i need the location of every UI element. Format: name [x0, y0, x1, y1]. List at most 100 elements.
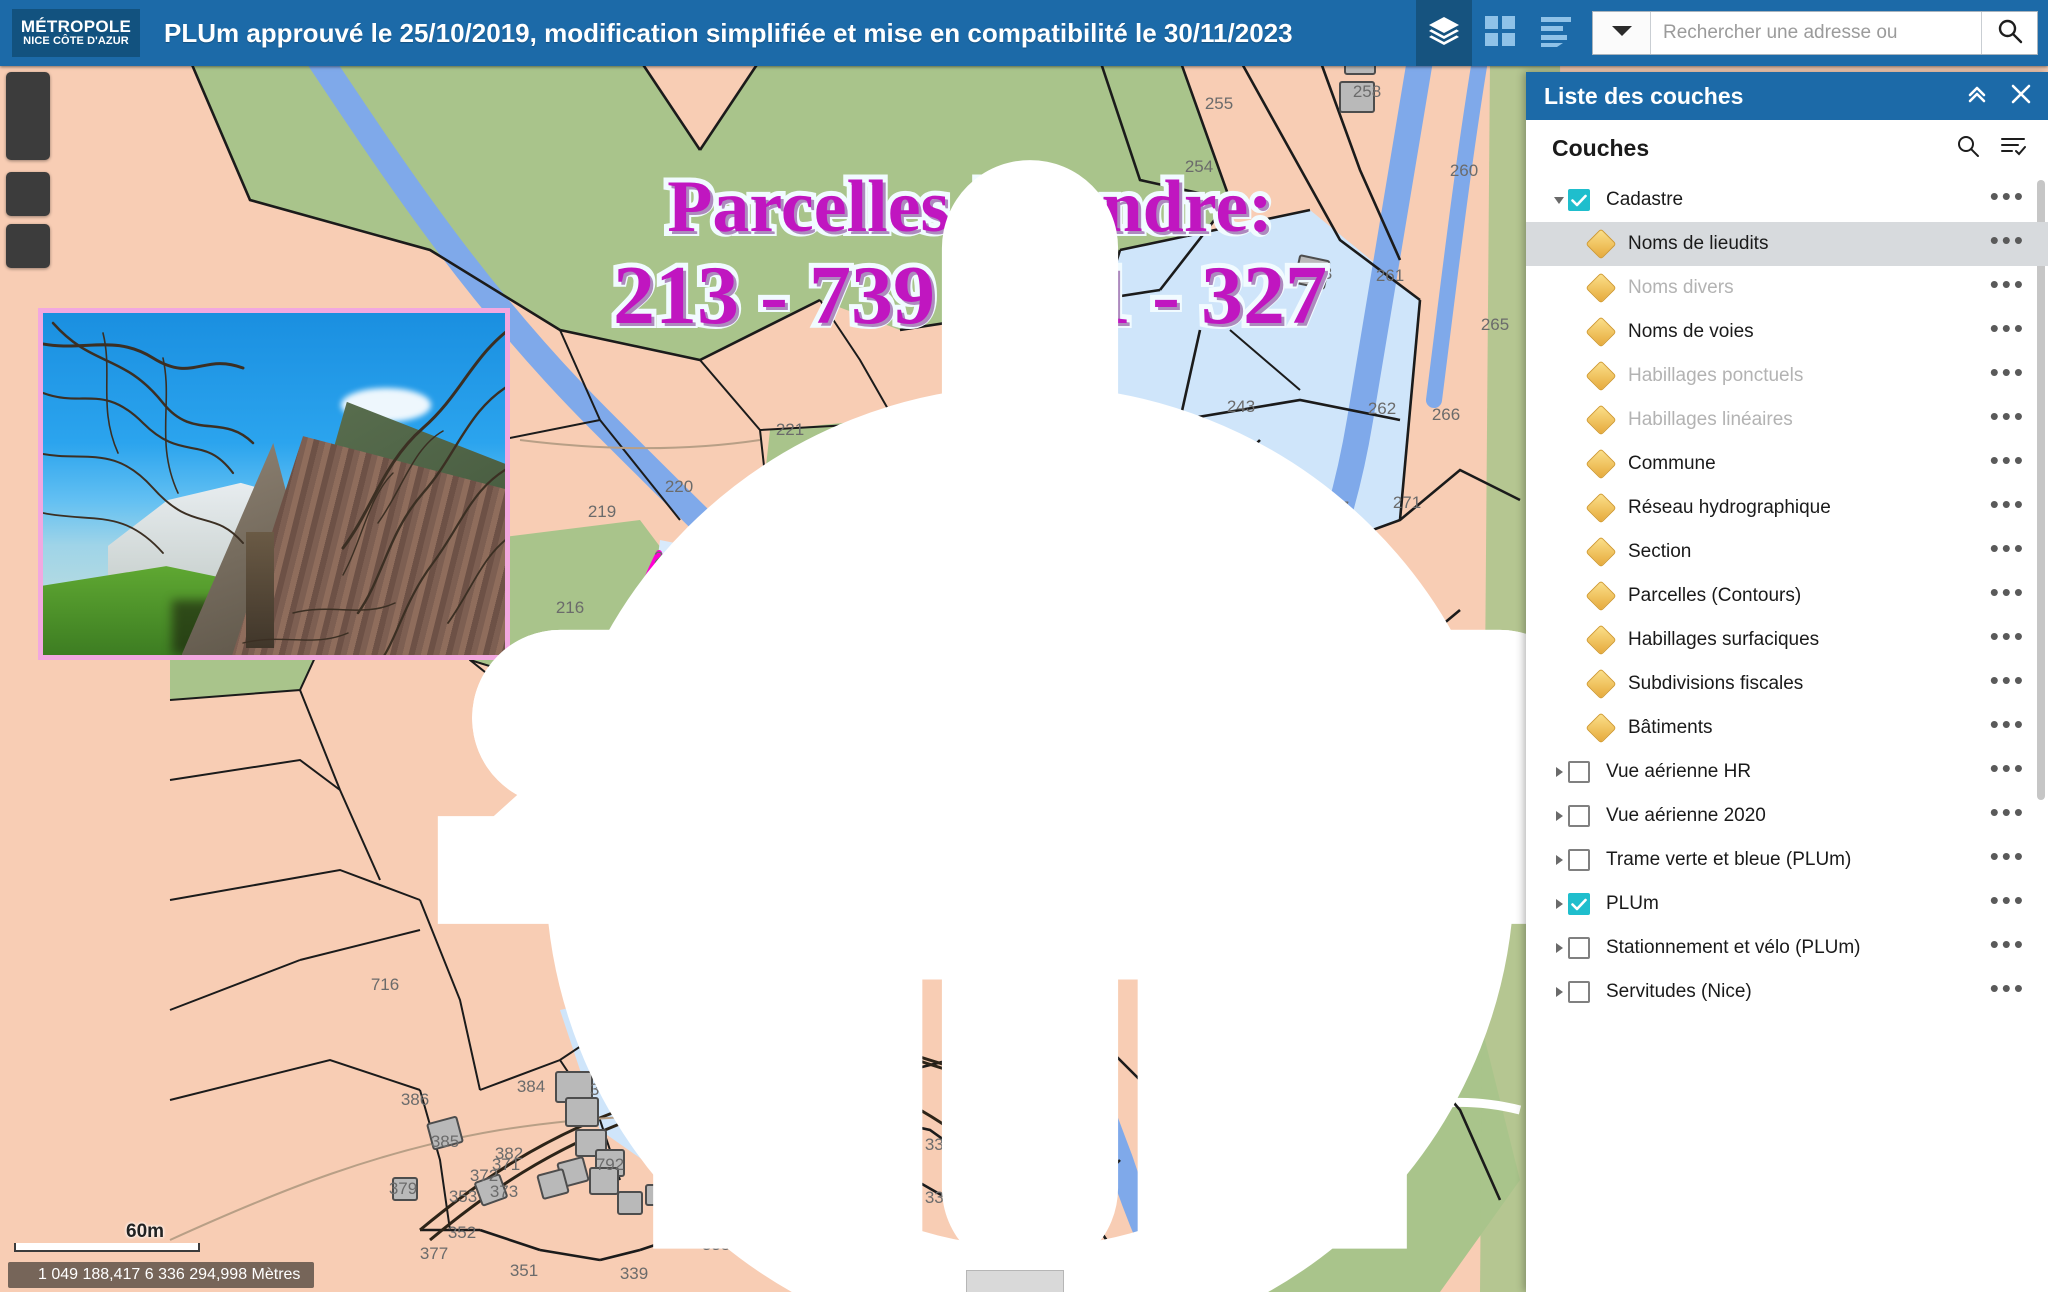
layer-options-menu-button[interactable]: ••• — [1990, 755, 2026, 781]
filter-list-icon — [2000, 138, 2026, 161]
layer-label: Subdivisions fiscales — [1628, 673, 1804, 694]
layer-options-menu-button[interactable]: ••• — [1990, 799, 2026, 825]
home-icon — [6, 172, 1569, 1249]
layer-row-subdivisions-fiscales[interactable]: Subdivisions fiscales ••• — [1526, 662, 2048, 706]
layer-label: Stationnement et vélo (PLUm) — [1606, 937, 1861, 958]
layer-options-menu-button[interactable]: ••• — [1990, 711, 2026, 737]
search-icon — [1997, 18, 2023, 49]
layer-filter-button[interactable] — [2000, 135, 2026, 162]
layer-checkbox-checked[interactable] — [1568, 189, 1590, 211]
layer-checkbox-unchecked[interactable] — [1568, 981, 1590, 1003]
layer-options-menu-button[interactable]: ••• — [1990, 183, 2026, 209]
crosshair-locate-icon — [6, 224, 1623, 1292]
layer-row-r-seau-hydrographique[interactable]: Réseau hydrographique ••• — [1526, 486, 2048, 530]
scale-label: 60m — [126, 1221, 165, 1242]
layer-row-commune[interactable]: Commune ••• — [1526, 442, 2048, 486]
twisty-expanded-icon[interactable] — [1550, 196, 1568, 205]
layer-checkbox-unchecked[interactable] — [1568, 849, 1590, 871]
layer-label: Réseau hydrographique — [1628, 497, 1831, 518]
layer-list-panel: Liste des couches Couches Cadastre ••• N… — [1526, 72, 2048, 1292]
layer-row-parcelles-contours[interactable]: Parcelles (Contours) ••• — [1526, 574, 2048, 618]
layer-row-cadastre[interactable]: Cadastre ••• — [1526, 178, 2048, 222]
zoom-out-button[interactable] — [6, 116, 1588, 807]
layer-checkbox-checked[interactable] — [1568, 893, 1590, 915]
page-title: PLUm approuvé le 25/10/2019, modificatio… — [164, 17, 1293, 48]
gallery-grid-icon — [1484, 15, 1516, 52]
twisty-collapsed-icon[interactable] — [1550, 942, 1568, 954]
layer-row-servitudes-nice[interactable]: Servitudes (Nice) ••• — [1526, 970, 2048, 1014]
layer-row-noms-de-voies[interactable]: Noms de voies ••• — [1526, 310, 2048, 354]
close-panel-button[interactable] — [2008, 83, 2034, 109]
close-icon — [2010, 83, 2032, 110]
twisty-collapsed-icon[interactable] — [1550, 810, 1568, 822]
layer-checkbox-unchecked[interactable] — [1568, 805, 1590, 827]
layer-row-trame-verte-et-bleue-plum[interactable]: Trame verte et bleue (PLUm) ••• — [1526, 838, 2048, 882]
layer-options-menu-button[interactable]: ••• — [1990, 667, 2026, 693]
layer-options-menu-button[interactable]: ••• — [1990, 315, 2026, 341]
layer-label: PLUm — [1606, 893, 1659, 914]
layer-row-noms-de-lieudits[interactable]: Noms de lieudits ••• — [1526, 222, 2048, 266]
layer-symbol-diamond-icon — [1585, 668, 1617, 700]
search-source-dropdown[interactable] — [1593, 12, 1651, 54]
metropole-logo[interactable]: MÉTROPOLE NICE CÔTE D'AZUR — [12, 9, 140, 57]
layer-options-menu-button[interactable]: ••• — [1990, 623, 2026, 649]
layer-search-button[interactable] — [1956, 134, 1980, 163]
layer-options-menu-button[interactable]: ••• — [1990, 447, 2026, 473]
layer-symbol-diamond-icon — [1585, 272, 1617, 304]
layer-options-menu-button[interactable]: ••• — [1990, 535, 2026, 561]
layer-options-menu-button[interactable]: ••• — [1990, 271, 2026, 297]
layer-options-menu-button[interactable]: ••• — [1990, 227, 2026, 253]
layer-options-menu-button[interactable]: ••• — [1990, 975, 2026, 1001]
layer-label: Habillages ponctuels — [1628, 365, 1804, 386]
layer-options-menu-button[interactable]: ••• — [1990, 359, 2026, 385]
layer-options-menu-button[interactable]: ••• — [1990, 887, 2026, 913]
layer-symbol-diamond-icon — [1585, 360, 1617, 392]
scale-bar: 60m — [14, 1221, 200, 1252]
layer-row-plum[interactable]: PLUm ••• — [1526, 882, 2048, 926]
layer-options-menu-button[interactable]: ••• — [1990, 843, 2026, 869]
basemap-layers-button[interactable] — [1416, 0, 1472, 66]
layer-row-section[interactable]: Section ••• — [1526, 530, 2048, 574]
locate-me-button[interactable] — [6, 224, 1623, 1292]
twisty-collapsed-icon[interactable] — [1550, 986, 1568, 998]
layer-label: Cadastre — [1606, 189, 1684, 210]
layer-label: Bâtiments — [1628, 717, 1713, 738]
layer-label: Noms de lieudits — [1628, 233, 1769, 254]
layer-panel-title: Liste des couches — [1544, 82, 1744, 109]
twisty-collapsed-icon[interactable] — [1550, 854, 1568, 866]
layer-row-habillages-surfaciques[interactable]: Habillages surfaciques ••• — [1526, 618, 2048, 662]
gallery-grid-button[interactable] — [1472, 0, 1528, 66]
layers-section-title: Couches — [1552, 135, 1650, 161]
twisty-collapsed-icon[interactable] — [1550, 898, 1568, 910]
layer-row-vue-a-rienne-2020[interactable]: Vue aérienne 2020 ••• — [1526, 794, 2048, 838]
search-input[interactable] — [1651, 12, 1981, 54]
overview-map-toggle[interactable] — [966, 1270, 1064, 1292]
layer-panel-sub-actions — [1956, 134, 2026, 163]
twisty-collapsed-icon[interactable] — [1550, 766, 1568, 778]
layer-list[interactable]: Cadastre ••• Noms de lieudits ••• Noms diver… — [1526, 178, 2048, 1280]
layer-row-stationnement-et-v-lo-plum[interactable]: Stationnement et vélo (PLUm) ••• — [1526, 926, 2048, 970]
header-toolbar — [1416, 0, 2048, 66]
layer-options-menu-button[interactable]: ••• — [1990, 931, 2026, 957]
layer-options-menu-button[interactable]: ••• — [1990, 579, 2026, 605]
layer-symbol-diamond-icon — [1585, 228, 1617, 260]
legend-button[interactable] — [1528, 0, 1584, 66]
layer-label: Vue aérienne 2020 — [1606, 805, 1766, 826]
layer-panel-footer — [1526, 1280, 2048, 1292]
layer-options-menu-button[interactable]: ••• — [1990, 491, 2026, 517]
layer-checkbox-unchecked[interactable] — [1568, 761, 1590, 783]
collapse-panel-button[interactable] — [1964, 83, 1990, 109]
chevron-down-icon — [1611, 24, 1633, 43]
layer-row-habillages-ponctuels[interactable]: Habillages ponctuels ••• — [1526, 354, 2048, 398]
layer-label: Noms divers — [1628, 277, 1734, 298]
layer-options-menu-button[interactable]: ••• — [1990, 403, 2026, 429]
layer-label: Trame verte et bleue (PLUm) — [1606, 849, 1852, 870]
layer-label: Habillages linéaires — [1628, 409, 1793, 430]
search-submit-button[interactable] — [1981, 12, 2037, 54]
layer-row-vue-a-rienne-hr[interactable]: Vue aérienne HR ••• — [1526, 750, 2048, 794]
layer-row-habillages-lin-aires[interactable]: Habillages linéaires ••• — [1526, 398, 2048, 442]
home-extent-button[interactable] — [6, 172, 1569, 1249]
layer-checkbox-unchecked[interactable] — [1568, 937, 1590, 959]
layer-row-b-timents[interactable]: Bâtiments ••• — [1526, 706, 2048, 750]
layer-row-noms-divers[interactable]: Noms divers ••• — [1526, 266, 2048, 310]
